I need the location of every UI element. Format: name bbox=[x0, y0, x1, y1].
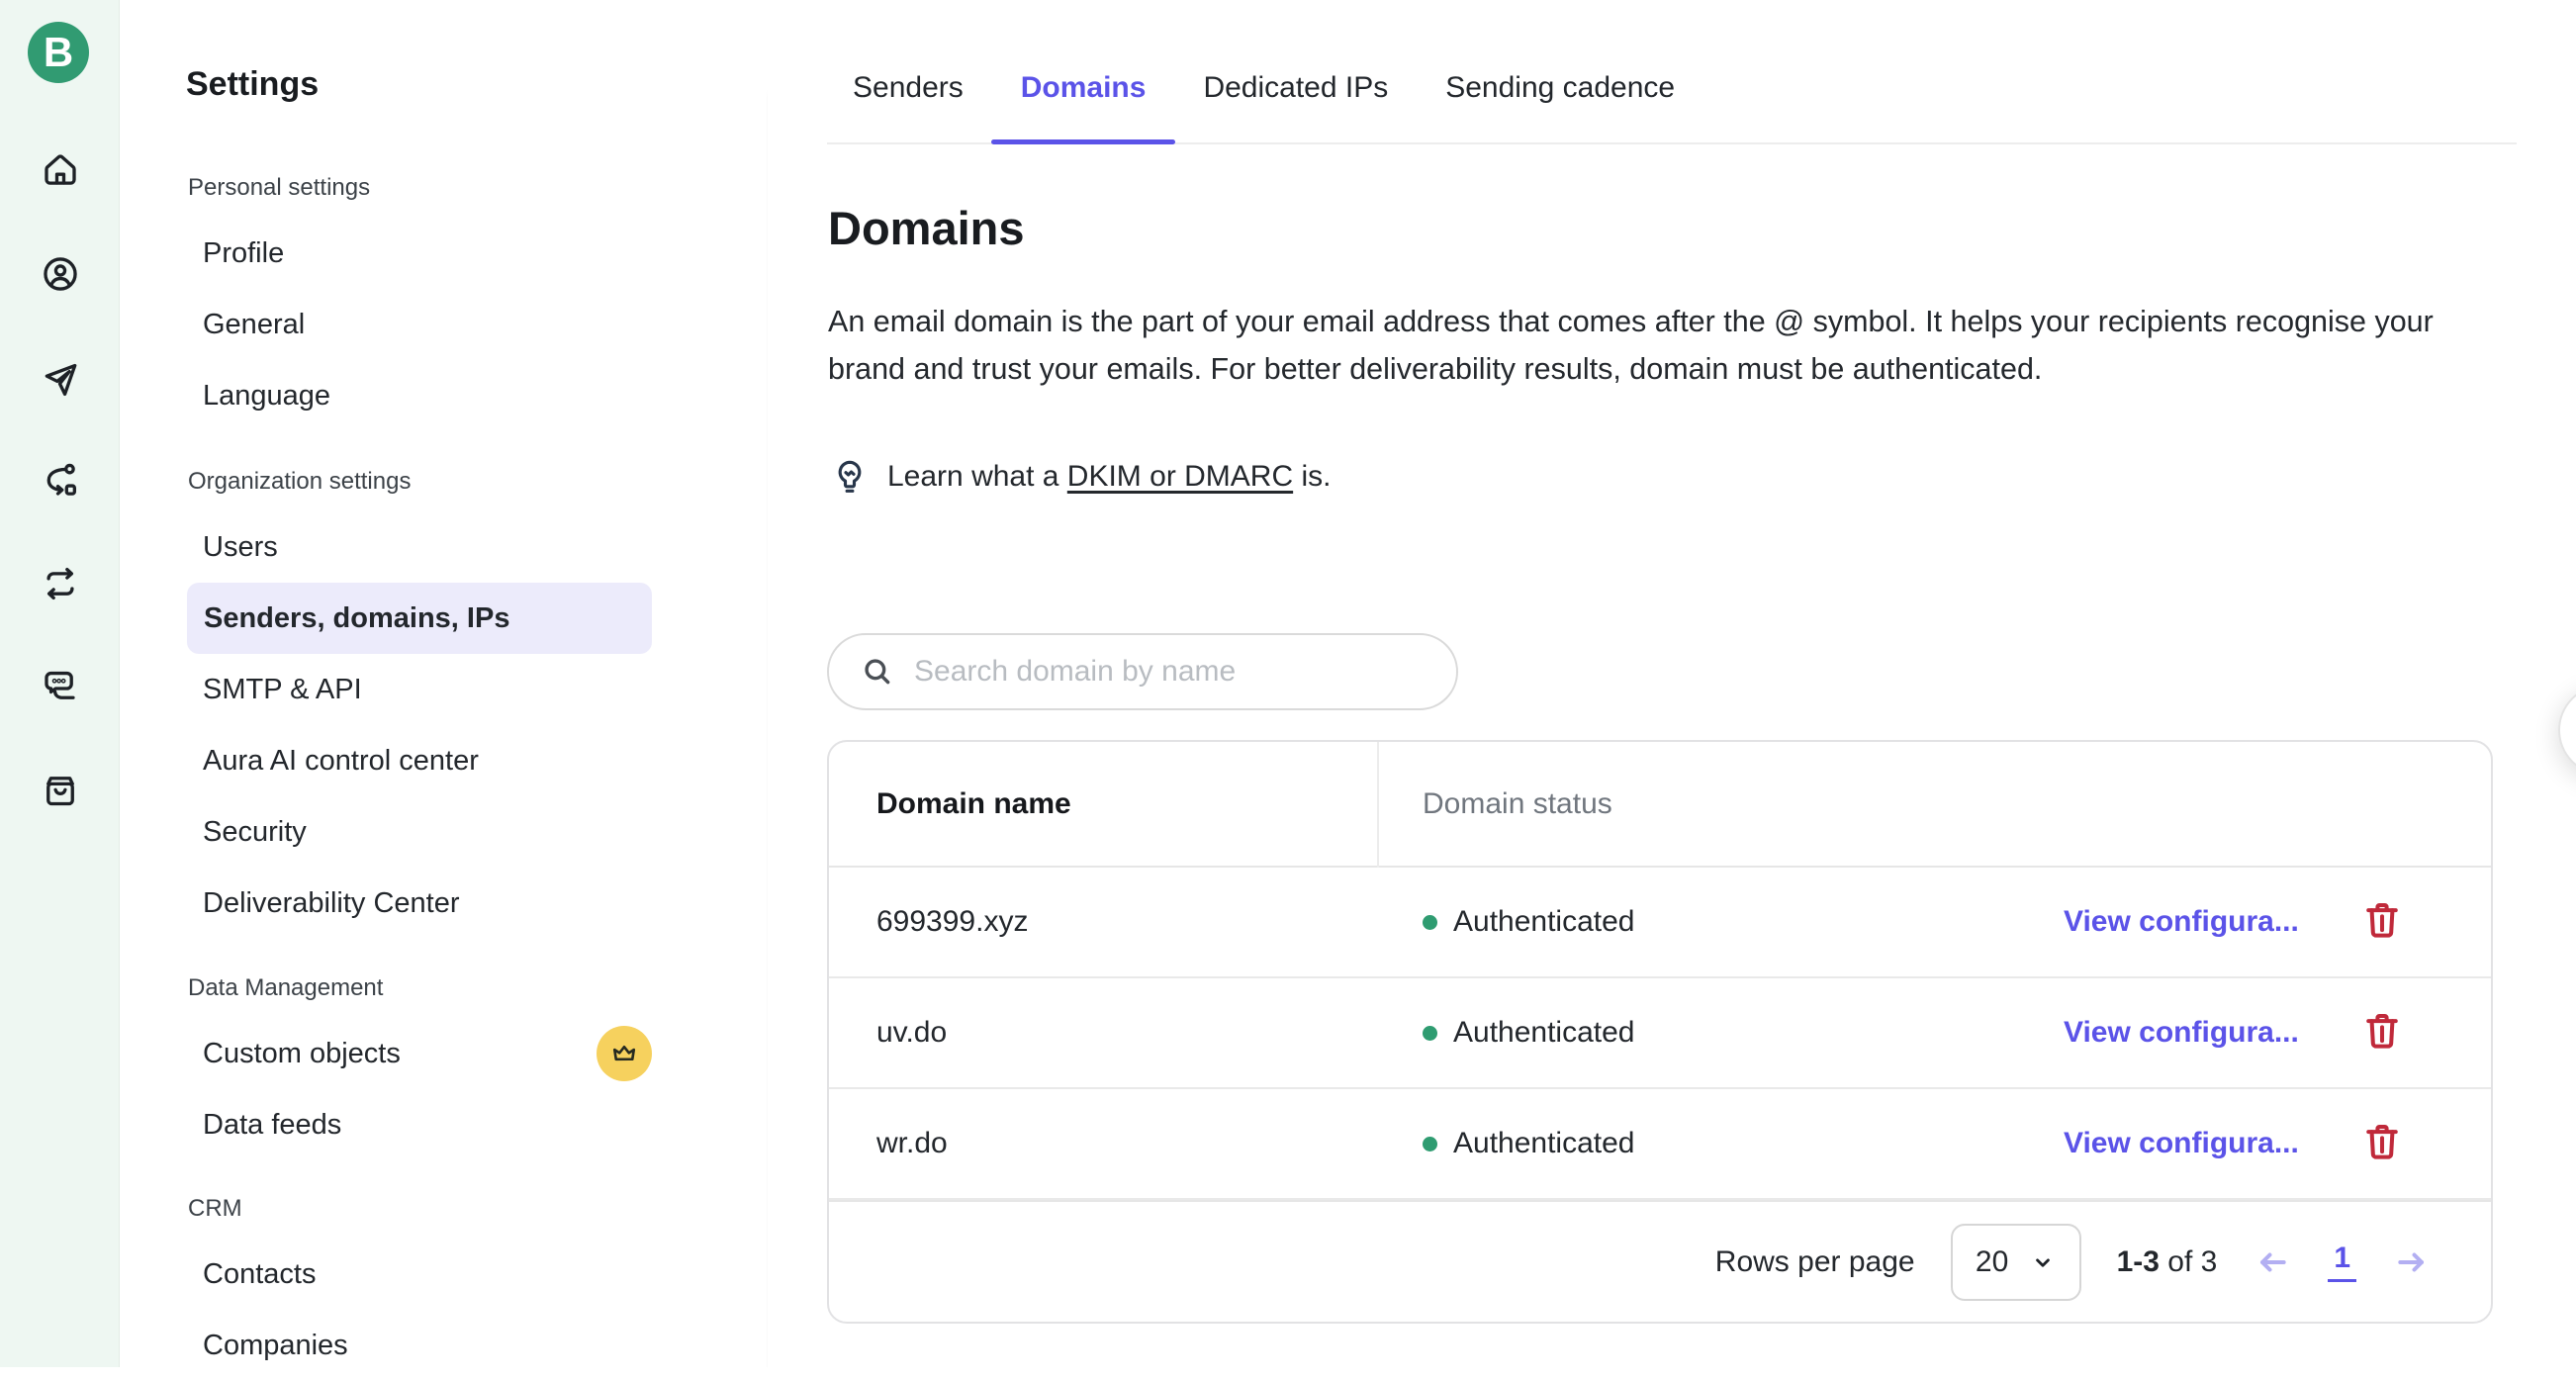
domain-name: uv.do bbox=[829, 1016, 1377, 1050]
contacts-icon[interactable] bbox=[40, 253, 81, 295]
status-dot-icon bbox=[1423, 1026, 1437, 1041]
sidebar-item-security[interactable]: Security bbox=[120, 796, 767, 868]
lightbulb-icon bbox=[830, 457, 870, 497]
pagination-range: 1-3 of 3 bbox=[2117, 1245, 2218, 1279]
rows-per-page-label: Rows per page bbox=[1715, 1245, 1915, 1279]
sidebar-item-profile[interactable]: Profile bbox=[120, 218, 767, 289]
sidebar-item-language[interactable]: Language bbox=[120, 360, 767, 431]
tab-domains[interactable]: Domains bbox=[1021, 57, 1147, 144]
page-number[interactable]: 1 bbox=[2328, 1242, 2356, 1282]
conversations-icon[interactable] bbox=[40, 665, 81, 706]
tab-bar: Senders Domains Dedicated IPs Sending ca… bbox=[853, 57, 1675, 144]
section-label-data-management: Data Management bbox=[120, 959, 767, 1018]
search-input[interactable] bbox=[914, 655, 1389, 689]
table-header: Domain name Domain status bbox=[829, 742, 2491, 868]
previous-page-arrow-icon[interactable] bbox=[2253, 1243, 2292, 1282]
domain-search bbox=[827, 633, 1458, 710]
sidebar-item-deliverability-center[interactable]: Deliverability Center bbox=[120, 868, 767, 939]
sidebar-item-companies[interactable]: Companies bbox=[120, 1310, 767, 1381]
delete-domain-button[interactable] bbox=[2360, 1008, 2404, 1054]
dkim-dmarc-link[interactable]: DKIM or DMARC bbox=[1067, 460, 1293, 493]
table-footer: Rows per page 20 1-3 of 3 1 bbox=[829, 1200, 2491, 1322]
page-title: Domains bbox=[828, 201, 1025, 255]
column-header-domain-name: Domain name bbox=[829, 787, 1377, 821]
transactional-icon[interactable] bbox=[40, 563, 81, 604]
sidebar-item-aura-ai-control-center[interactable]: Aura AI control center bbox=[120, 725, 767, 796]
view-configuration-link[interactable]: View configura... bbox=[2064, 905, 2299, 938]
sidebar-item-custom-objects[interactable]: Custom objects bbox=[120, 1018, 767, 1089]
domains-table: Domain name Domain status 699399.xyz Aut… bbox=[827, 740, 2493, 1324]
status-dot-icon bbox=[1423, 1137, 1437, 1151]
search-icon bbox=[861, 655, 894, 689]
chevron-down-icon bbox=[2030, 1249, 2056, 1275]
domain-name: 699399.xyz bbox=[829, 905, 1377, 939]
delete-domain-button[interactable] bbox=[2360, 1119, 2404, 1164]
sidebar-item-contacts[interactable]: Contacts bbox=[120, 1239, 767, 1310]
section-label-personal-settings: Personal settings bbox=[120, 158, 767, 218]
section-label-crm: CRM bbox=[120, 1179, 767, 1239]
sidebar-item-general[interactable]: General bbox=[120, 289, 767, 360]
column-divider bbox=[1377, 742, 1379, 868]
campaigns-send-icon[interactable] bbox=[40, 358, 81, 400]
sidebar-item-label: Custom objects bbox=[203, 1038, 401, 1070]
table-row: uv.do Authenticated View configura... bbox=[829, 978, 2491, 1089]
sidebar-item-data-feeds[interactable]: Data feeds bbox=[120, 1089, 767, 1160]
settings-sidebar: Settings Personal settings Profile Gener… bbox=[120, 0, 767, 1367]
app-rail: B bbox=[0, 0, 120, 1367]
page-description: An email domain is the part of your emai… bbox=[828, 298, 2450, 393]
sidebar-item-smtp-api[interactable]: SMTP & API bbox=[120, 654, 767, 725]
section-label-organization-settings: Organization settings bbox=[120, 452, 767, 511]
brevo-logo[interactable]: B bbox=[28, 22, 89, 83]
status-dot-icon bbox=[1423, 915, 1437, 930]
ecommerce-icon[interactable] bbox=[40, 770, 81, 811]
tip-text: Learn what a DKIM or DMARC is. bbox=[887, 460, 1331, 494]
table-row: 699399.xyz Authenticated View configura.… bbox=[829, 868, 2491, 978]
domain-status: Authenticated bbox=[1377, 1016, 1984, 1050]
domain-status: Authenticated bbox=[1377, 1127, 1984, 1160]
column-header-domain-status: Domain status bbox=[1377, 787, 1984, 821]
sidebar-item-users[interactable]: Users bbox=[120, 511, 767, 583]
home-icon[interactable] bbox=[40, 149, 81, 191]
tip-row: Learn what a DKIM or DMARC is. bbox=[830, 457, 1331, 497]
collapse-panel-button[interactable] bbox=[2558, 685, 2576, 776]
sidebar-title: Settings bbox=[120, 51, 767, 117]
delete-domain-button[interactable] bbox=[2360, 897, 2404, 943]
tab-dedicated-ips[interactable]: Dedicated IPs bbox=[1203, 57, 1388, 144]
premium-crown-icon bbox=[597, 1026, 652, 1081]
table-row: wr.do Authenticated View configura... bbox=[829, 1089, 2491, 1200]
next-page-arrow-icon[interactable] bbox=[2392, 1243, 2432, 1282]
rows-per-page-select[interactable]: 20 bbox=[1951, 1224, 2081, 1301]
sidebar-item-senders-domains-ips[interactable]: Senders, domains, IPs bbox=[187, 583, 652, 654]
view-configuration-link[interactable]: View configura... bbox=[2064, 1016, 2299, 1049]
view-configuration-link[interactable]: View configura... bbox=[2064, 1127, 2299, 1159]
tab-senders[interactable]: Senders bbox=[853, 57, 964, 144]
domain-status: Authenticated bbox=[1377, 905, 1984, 939]
domain-name: wr.do bbox=[829, 1127, 1377, 1160]
automation-icon[interactable] bbox=[40, 460, 81, 502]
tab-sending-cadence[interactable]: Sending cadence bbox=[1445, 57, 1675, 144]
